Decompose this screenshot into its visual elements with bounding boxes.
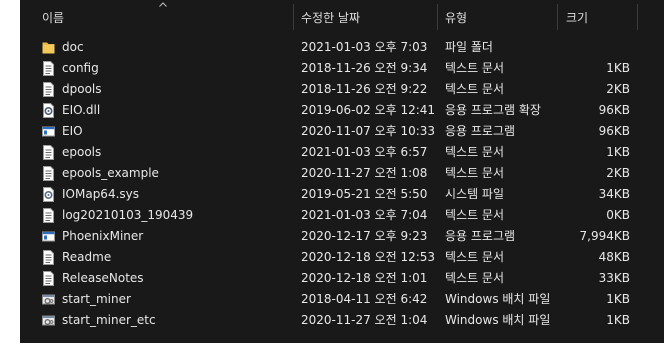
file-type: 응용 프로그램 확장	[445, 103, 541, 117]
file-type: Windows 배치 파일	[445, 313, 551, 327]
file-modified-date: 2019-05-21 오전 5:50	[301, 187, 428, 201]
system-file-gear-icon	[42, 187, 55, 202]
window-bottom-edge	[0, 343, 664, 355]
file-row[interactable]: dpools 2018-11-26 오전 9:22 텍스트 문서 2KB	[20, 79, 664, 100]
file-modified-date: 2019-06-02 오후 12:41	[301, 103, 436, 117]
file-row[interactable]: ReleaseNotes 2020-12-18 오전 1:01 텍스트 문서 33KB	[20, 268, 664, 289]
file-row[interactable]: IOMap64.sys 2019-05-21 오전 5:50 시스템 파일 34KB	[20, 184, 664, 205]
column-header-name[interactable]: 이름	[42, 0, 64, 34]
file-type: 텍스트 문서	[445, 271, 505, 285]
file-size: 7,994KB	[579, 229, 630, 243]
file-modified-date: 2020-12-18 오전 1:01	[301, 271, 428, 285]
file-modified-date: 2020-11-27 오전 1:08	[301, 166, 428, 180]
file-size: 96KB	[598, 124, 630, 138]
file-name: EIO.dll	[62, 103, 101, 117]
file-name: ReleaseNotes	[62, 271, 144, 285]
file-size: 48KB	[598, 250, 630, 264]
dll-gear-icon	[42, 103, 55, 118]
file-name: epools	[62, 145, 102, 159]
file-modified-date: 2020-12-18 오전 12:53	[301, 250, 436, 264]
file-modified-date: 2021-01-03 오후 7:04	[301, 208, 428, 222]
file-size: 1KB	[606, 61, 630, 75]
file-row[interactable]: EIO 2020-11-07 오후 10:33 응용 프로그램 96KB	[20, 121, 664, 142]
file-name: Readme	[62, 250, 112, 264]
application-window-icon	[42, 124, 55, 139]
file-modified-date: 2018-11-26 오전 9:34	[301, 61, 428, 75]
batch-file-gear-icon	[42, 313, 55, 328]
file-modified-date: 2020-11-27 오전 1:04	[301, 313, 428, 327]
file-size: 33KB	[598, 271, 630, 285]
file-name: config	[62, 61, 99, 75]
text-document-icon	[42, 82, 55, 97]
folder-icon	[42, 40, 55, 55]
file-name: EIO	[62, 124, 83, 138]
file-row[interactable]: EIO.dll 2019-06-02 오후 12:41 응용 프로그램 확장 96KB	[20, 100, 664, 121]
column-header-date[interactable]: 수정한 날짜	[301, 0, 360, 34]
file-row[interactable]: epools_example 2020-11-27 오전 1:08 텍스트 문서 2K…	[20, 163, 664, 184]
text-document-icon	[42, 166, 55, 181]
file-row[interactable]: PhoenixMiner 2020-12-17 오후 9:23 응용 프로그램 7,9…	[20, 226, 664, 247]
file-modified-date: 2021-01-03 오후 6:57	[301, 145, 428, 159]
file-row[interactable]: Readme 2020-12-18 오전 12:53 텍스트 문서 48KB	[20, 247, 664, 268]
text-document-icon	[42, 61, 55, 76]
file-type: 응용 프로그램	[445, 229, 516, 243]
file-name: epools_example	[62, 166, 159, 180]
column-divider[interactable]	[293, 4, 294, 30]
file-explorer-list: 이름 수정한 날짜 유형 크기 doc 2021-01-03 오후 7:03 파일 …	[20, 0, 664, 343]
file-type: 텍스트 문서	[445, 166, 505, 180]
file-row[interactable]: epools 2021-01-03 오후 6:57 텍스트 문서 1KB	[20, 142, 664, 163]
file-size: 34KB	[598, 187, 630, 201]
file-type: 텍스트 문서	[445, 145, 505, 159]
sort-ascending-icon	[159, 2, 167, 7]
file-size: 96KB	[598, 103, 630, 117]
file-modified-date: 2020-11-07 오후 10:33	[301, 124, 436, 138]
file-size: 1KB	[606, 313, 630, 327]
file-size: 1KB	[606, 292, 630, 306]
file-row[interactable]: log20210103_190439 2021-01-03 오후 7:04 텍스트 …	[20, 205, 664, 226]
column-header-size[interactable]: 크기	[566, 0, 588, 34]
file-modified-date: 2018-11-26 오전 9:22	[301, 82, 428, 96]
batch-file-gear-icon	[42, 292, 55, 307]
file-name: dpools	[62, 82, 102, 96]
file-name: start_miner	[62, 292, 131, 306]
file-row[interactable]: doc 2021-01-03 오후 7:03 파일 폴더	[20, 37, 664, 58]
file-name: PhoenixMiner	[62, 229, 144, 243]
text-document-icon	[42, 271, 55, 286]
file-type: 텍스트 문서	[445, 61, 505, 75]
text-document-icon	[42, 145, 55, 160]
file-row[interactable]: start_miner_etc 2020-11-27 오전 1:04 Windows…	[20, 310, 664, 331]
file-type: 응용 프로그램	[445, 124, 516, 138]
column-header-type[interactable]: 유형	[445, 0, 467, 34]
file-type: Windows 배치 파일	[445, 292, 551, 306]
file-size	[560, 37, 630, 58]
file-modified-date: 2021-01-03 오후 7:03	[301, 40, 428, 54]
column-divider[interactable]	[637, 4, 638, 30]
file-row[interactable]: start_miner 2018-04-11 오전 6:42 Windows 배치 …	[20, 289, 664, 310]
file-type: 파일 폴더	[445, 40, 493, 54]
file-size: 2KB	[606, 166, 630, 180]
column-header-bar: 이름 수정한 날짜 유형 크기	[20, 0, 664, 34]
text-document-icon	[42, 208, 55, 223]
file-modified-date: 2018-04-11 오전 6:42	[301, 292, 428, 306]
column-divider[interactable]	[437, 4, 438, 30]
application-window-icon	[42, 229, 55, 244]
file-type: 텍스트 문서	[445, 82, 505, 96]
file-size: 0KB	[606, 208, 630, 222]
file-list: doc 2021-01-03 오후 7:03 파일 폴더 config 2018-11-…	[20, 37, 664, 331]
text-document-icon	[42, 250, 55, 265]
column-divider[interactable]	[557, 4, 558, 30]
file-name: start_miner_etc	[62, 313, 156, 327]
file-name: log20210103_190439	[62, 208, 194, 222]
file-type: 텍스트 문서	[445, 208, 505, 222]
file-size: 2KB	[606, 82, 630, 96]
file-type: 텍스트 문서	[445, 250, 505, 264]
file-size: 1KB	[606, 145, 630, 159]
file-row[interactable]: config 2018-11-26 오전 9:34 텍스트 문서 1KB	[20, 58, 664, 79]
file-name: doc	[62, 40, 84, 54]
file-name: IOMap64.sys	[62, 187, 139, 201]
file-modified-date: 2020-12-17 오후 9:23	[301, 229, 428, 243]
file-type: 시스템 파일	[445, 187, 505, 201]
